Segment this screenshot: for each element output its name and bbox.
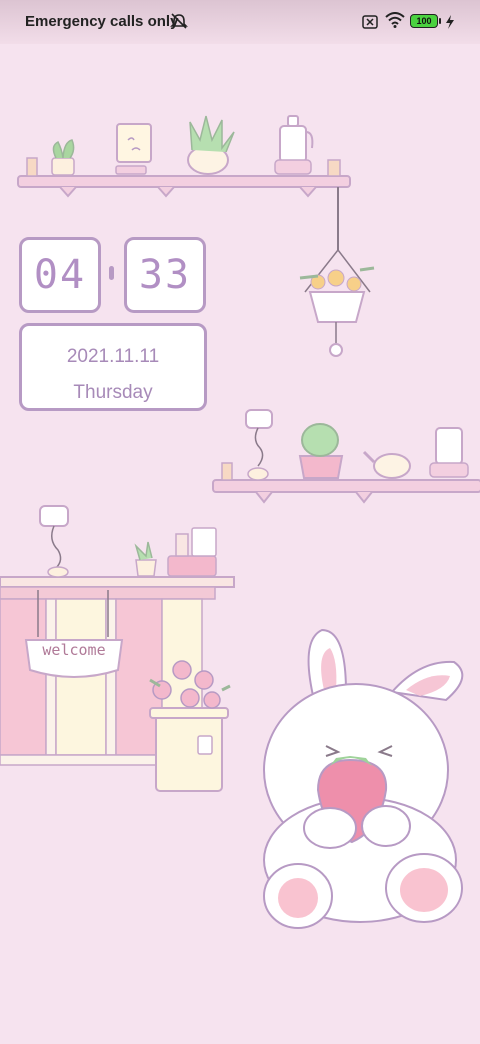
- battery-icon: 100: [410, 14, 441, 28]
- mute-icon: [170, 12, 188, 34]
- clock-hours-widget[interactable]: 04: [19, 237, 101, 313]
- welcome-sign-text: welcome: [42, 641, 106, 659]
- bunny-illustration: [263, 628, 464, 929]
- wifi-icon: [385, 12, 405, 32]
- wallpaper: welcome: [0, 0, 480, 1040]
- charging-icon: [445, 14, 455, 33]
- clock-separator: [109, 266, 114, 280]
- carrier-text: Emergency calls only: [25, 13, 179, 30]
- date-text: 2021.11.11: [66, 346, 160, 367]
- date-widget[interactable]: 2021.11.11 Thursday: [19, 323, 207, 411]
- clock-hours: 04: [33, 252, 87, 298]
- hanging-basket-illustration: [299, 187, 375, 357]
- no-sim-icon: [362, 14, 378, 33]
- middle-shelf-illustration: [212, 409, 480, 504]
- status-bar: Emergency calls only 100: [0, 0, 480, 44]
- clock-minutes: 33: [138, 252, 192, 298]
- weekday-text: Thursday: [73, 382, 153, 403]
- clock-minutes-widget[interactable]: 33: [124, 237, 206, 313]
- top-shelf-illustration: [17, 115, 351, 198]
